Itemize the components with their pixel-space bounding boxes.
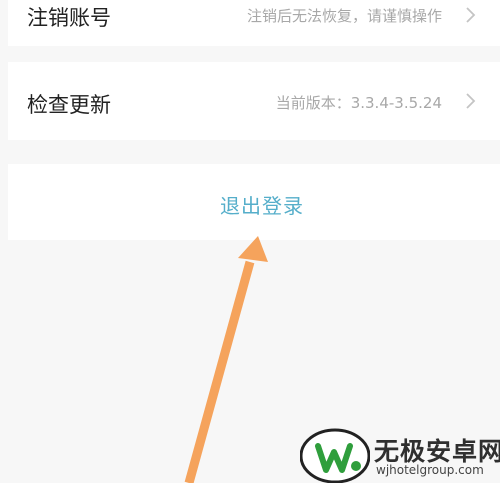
watermark-url: wjhotelgroup.com [376,463,484,477]
watermark: 无极安卓网 wjhotelgroup.com [300,426,500,483]
watermark-logo-icon [300,428,370,483]
annotation-arrow-icon [184,236,268,483]
